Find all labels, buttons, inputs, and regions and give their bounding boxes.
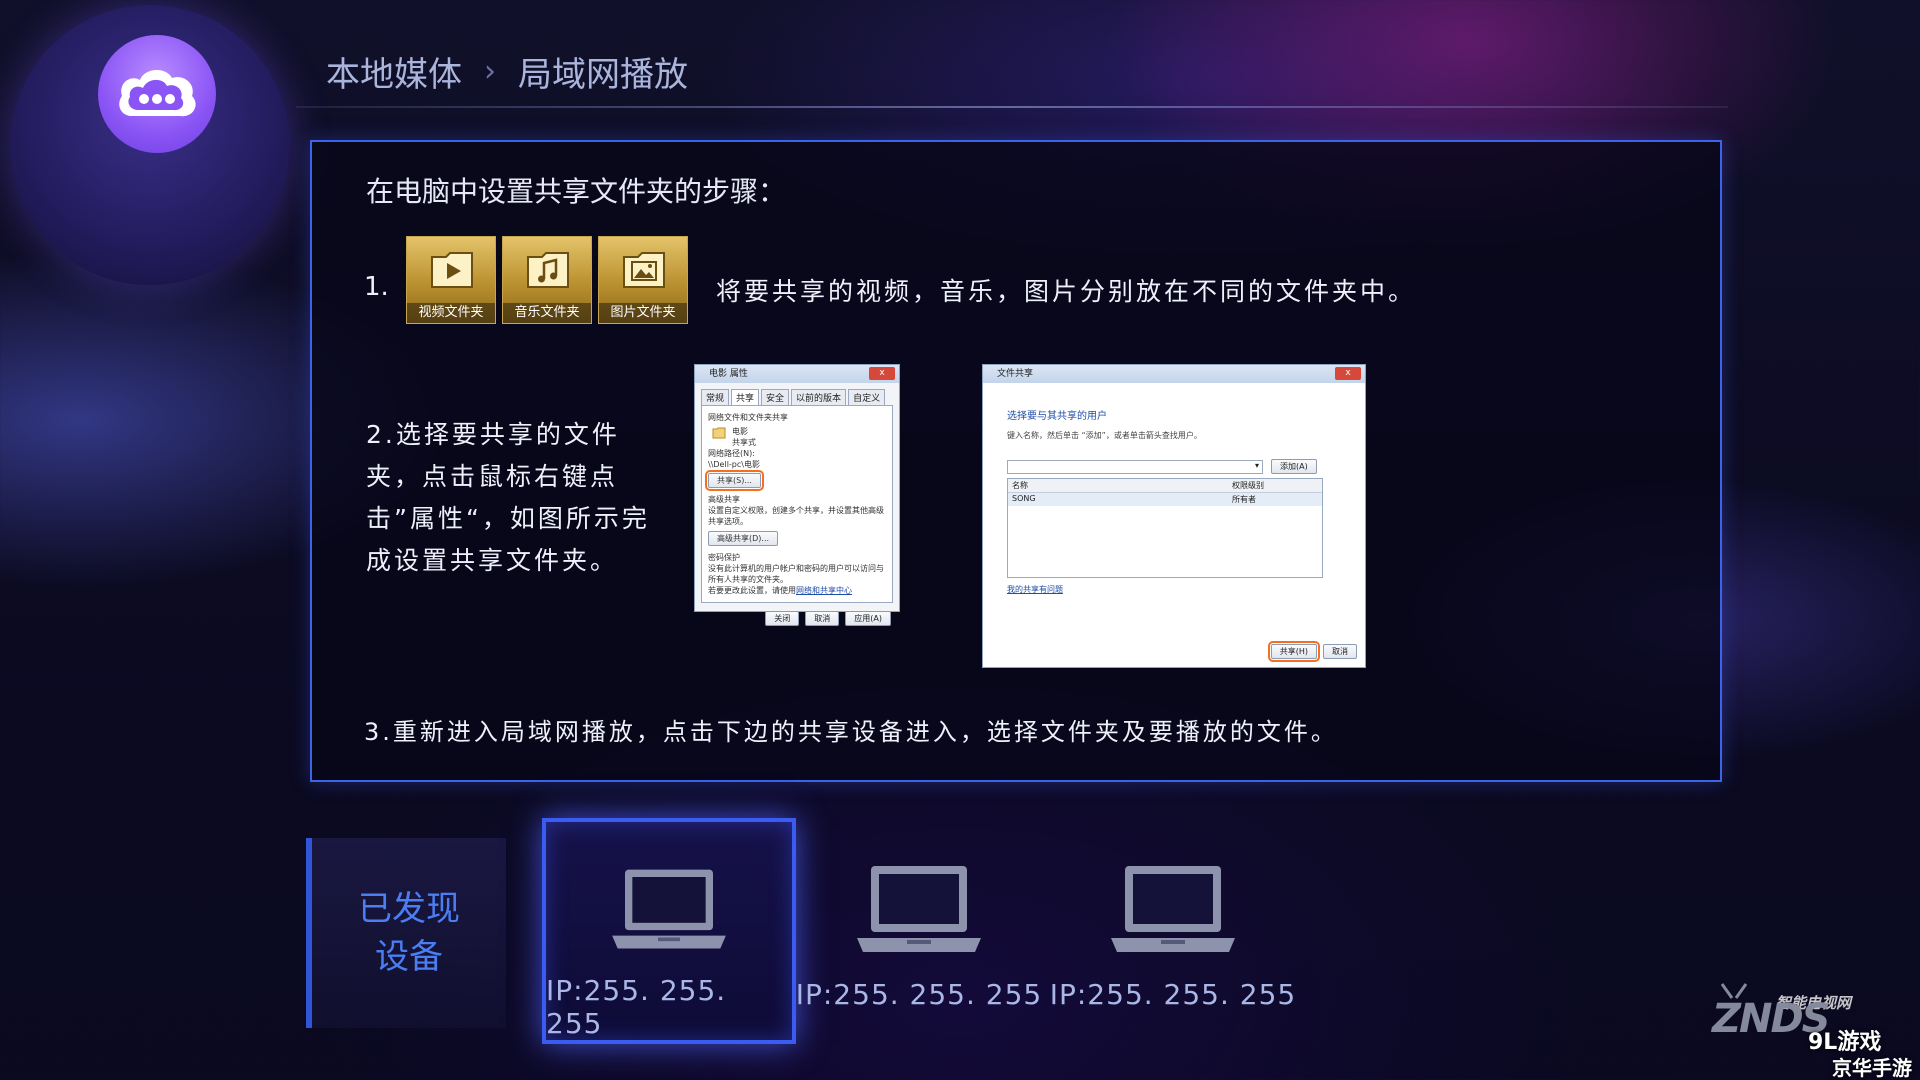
dialog-title: 文件共享 <box>997 369 1034 379</box>
folder-label: 视频文件夹 <box>407 303 495 323</box>
laptop-icon <box>1111 866 1235 952</box>
apply-button: 应用(A) <box>845 611 891 626</box>
section-desc: 设置自定义权限，创建多个共享，并设置其他高级共享选项。 <box>708 506 884 526</box>
user-combo: ▾ <box>1007 459 1263 474</box>
row-permission: 所有者 <box>1232 495 1256 504</box>
row-user: SONG <box>1012 494 1036 503</box>
users-table: 名称 权限级别 SONG 所有者 <box>1007 478 1323 578</box>
game-site-watermark: 9L游戏 <box>1808 1030 1882 1055</box>
video-folder-tile: 视频文件夹 <box>406 236 496 324</box>
close-icon: x <box>1335 367 1361 380</box>
dialog-titlebar: 文件共享 x <box>983 365 1365 383</box>
device-ip: IP:255. 255. 255 <box>795 978 1043 1011</box>
column-permission: 权限级别 <box>1232 481 1264 490</box>
link-prefix: 若要更改此设置，请使用 <box>708 586 796 595</box>
table-row: SONG 所有者 <box>1008 493 1322 506</box>
tab-general: 常规 <box>701 389 730 405</box>
cancel-button: 取消 <box>1323 644 1357 659</box>
folder-tiles: 视频文件夹 音乐文件夹 图片文件夹 <box>406 236 688 324</box>
close-button: 关闭 <box>765 611 800 626</box>
section-desc: 没有此计算机的用户帐户和密码的用户可以访问与所有人共享的文件夹。 <box>708 564 884 584</box>
add-button: 添加(A) <box>1271 459 1317 474</box>
step1-number: 1. <box>364 272 389 302</box>
step2-text: 2.选择要共享的文件夹，点击鼠标右键点击”属性“，如图所示完成设置共享文件夹。 <box>366 420 650 575</box>
tab-sharing: 共享 <box>731 389 760 405</box>
discovered-devices-label: 已发现设备 <box>358 889 460 977</box>
chevron-down-icon: ▾ <box>1254 460 1259 470</box>
instructions-title: 在电脑中设置共享文件夹的步骤： <box>366 175 787 208</box>
breadcrumb-item-lan-playback: 局域网播放 <box>518 54 688 95</box>
game-site-watermark-sub: 京华手游 <box>1832 1056 1912 1080</box>
breadcrumb-item-local-media[interactable]: 本地媒体 <box>326 47 462 96</box>
tab-previous-versions: 以前的版本 <box>791 389 847 405</box>
properties-dialog-screenshot: 电影 属性 x 常规 共享 安全 以前的版本 自定义 网络文件和文件夹共享 电影… <box>694 364 900 626</box>
folder-label: 音乐文件夹 <box>503 303 591 323</box>
path-label: 网络路径(N): <box>708 449 755 458</box>
dialog-heading: 选择要与其共享的用户 <box>1007 411 1107 422</box>
header-divider <box>296 106 1728 108</box>
dialog-title: 电影 属性 <box>709 369 748 379</box>
device-ip: IP:255. 255. 255 <box>546 974 727 1040</box>
device-card-3[interactable]: IP:255. 255. 255 <box>1046 818 1300 1044</box>
close-icon: x <box>869 367 895 380</box>
path-value: \\Dell-pc\电影 <box>708 460 760 469</box>
music-folder-tile: 音乐文件夹 <box>502 236 592 324</box>
folder-name: 电影 <box>732 427 748 436</box>
picture-folder-tile: 图片文件夹 <box>598 236 688 324</box>
tab-customize: 自定义 <box>848 389 886 405</box>
dialog-tabs: 常规 共享 安全 以前的版本 自定义 <box>695 383 899 405</box>
tab-security: 安全 <box>761 389 790 405</box>
dialog-subtext: 键入名称，然后单击 “添加”，或者单击箭头查找用户。 <box>1007 431 1202 440</box>
file-sharing-dialog-screenshot: 文件共享 x 选择要与其共享的用户 键入名称，然后单击 “添加”，或者单击箭头查… <box>982 364 1366 668</box>
dialog-footer: 共享(H) 取消 <box>1263 636 1365 667</box>
discovered-devices-label-box: 已发现设备 <box>306 838 506 1028</box>
column-name: 名称 <box>1012 481 1028 490</box>
section-title: 密码保护 <box>708 553 740 562</box>
laptop-icon <box>612 869 726 949</box>
step1-text: 将要共享的视频，音乐，图片分别放在不同的文件夹中。 <box>716 277 1417 306</box>
cancel-button: 取消 <box>805 611 840 626</box>
dialog-body: 网络文件和文件夹共享 电影 共享式 网络路径(N): \\Dell-pc\电影 … <box>701 405 893 603</box>
advanced-share-button: 高级共享(D)... <box>708 531 779 546</box>
step3-text: 3.重新进入局域网播放，点击下边的共享设备进入，选择文件夹及要播放的文件。 <box>364 718 1338 746</box>
chevron-right-icon: › <box>484 53 496 89</box>
instructions-panel: 在电脑中设置共享文件夹的步骤： 1. 视频文件夹 音乐文件夹 图片文件夹 将要共… <box>310 140 1722 782</box>
folder-icon <box>712 427 726 439</box>
dialog-footer: 关闭 取消 应用(A) <box>695 603 899 634</box>
picture-icon <box>623 252 665 288</box>
laptop-icon <box>857 866 981 952</box>
section-title: 高级共享 <box>708 495 740 504</box>
network-center-link: 网络和共享中心 <box>796 586 852 595</box>
share-state: 共享式 <box>732 438 756 447</box>
music-note-icon <box>527 252 569 288</box>
dialog-titlebar: 电影 属性 x <box>695 365 899 383</box>
share-button: 共享(H) <box>1267 641 1321 662</box>
folder-label: 图片文件夹 <box>599 303 687 323</box>
logo-badge <box>10 5 290 285</box>
breadcrumb: 本地媒体 › 局域网播放 <box>326 46 688 96</box>
section-title: 网络文件和文件夹共享 <box>708 413 788 422</box>
cloud-chat-icon <box>98 35 216 153</box>
video-play-icon <box>431 252 473 288</box>
device-ip: IP:255. 255. 255 <box>1049 978 1297 1011</box>
sharing-problem-link: 我的共享有问题 <box>1007 585 1063 594</box>
share-button: 共享(S)... <box>705 470 764 491</box>
device-card-2[interactable]: IP:255. 255. 255 <box>792 818 1046 1044</box>
device-card-1[interactable]: IP:255. 255. 255 <box>542 818 796 1044</box>
